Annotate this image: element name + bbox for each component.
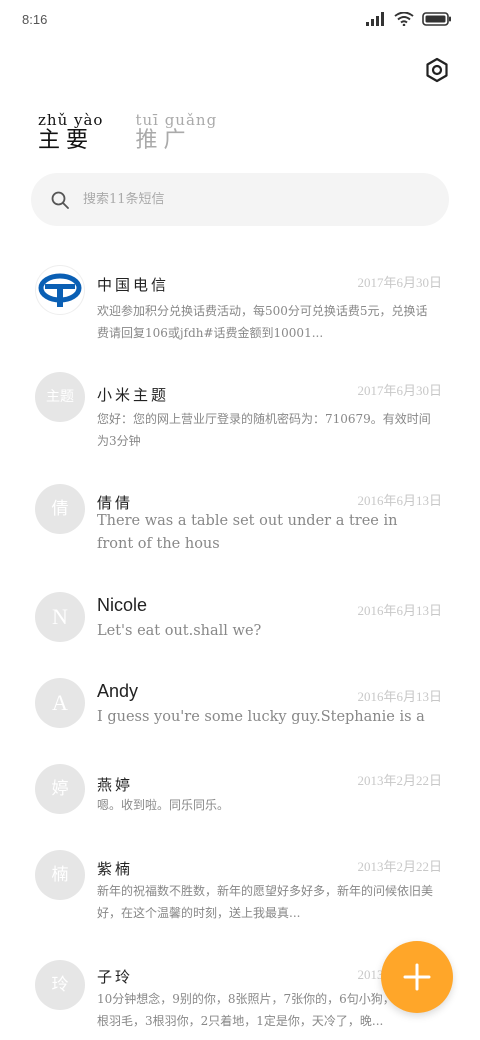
tab-promotions-label: 推广 bbox=[135, 128, 192, 153]
conversation-preview: There was a table set out under a tree i… bbox=[97, 513, 398, 552]
conversation-date: 2016年6月13日 bbox=[357, 603, 442, 618]
conversation-preview: Let's eat out.shall we? bbox=[97, 623, 262, 639]
conversation-name: 子玲 bbox=[97, 968, 134, 986]
new-message-button[interactable] bbox=[381, 941, 453, 1013]
contact-avatar: 玲 bbox=[35, 960, 85, 1010]
conversation-date: 2013年2月22日 bbox=[357, 859, 442, 874]
tab-primary[interactable]: zhǔ yào 主要 bbox=[38, 112, 103, 154]
signal-icon bbox=[366, 12, 384, 26]
battery-icon bbox=[422, 12, 451, 26]
tab-primary-label: 主要 bbox=[38, 128, 95, 153]
tab-primary-pinyin: zhǔ yào bbox=[38, 111, 104, 129]
hexagon-gear-icon bbox=[426, 57, 448, 83]
conversation-preview: I guess you're some lucky guy.Stephanie … bbox=[97, 709, 425, 725]
contact-avatar: 楠 bbox=[35, 850, 85, 900]
avatar-initials: 楠 bbox=[51, 865, 69, 885]
contact-avatar: 倩 bbox=[35, 484, 85, 534]
conversation-name: Andy bbox=[97, 681, 139, 701]
avatar-initials: A bbox=[52, 690, 68, 715]
tab-promotions[interactable]: tuī guǎng 推广 bbox=[135, 112, 217, 154]
tab-bar: zhǔ yào 主要 tuī guǎng 推广 bbox=[38, 112, 217, 154]
contact-avatar: 主题 bbox=[35, 372, 85, 422]
search-icon bbox=[51, 191, 69, 209]
settings-button[interactable] bbox=[422, 55, 452, 85]
search-input[interactable] bbox=[83, 192, 383, 207]
conversation-date: 2016年6月13日 bbox=[357, 689, 442, 704]
wifi-icon bbox=[394, 12, 414, 26]
avatar-initials: N bbox=[52, 604, 68, 629]
contact-avatar: A bbox=[35, 678, 85, 728]
status-bar: 8:16 bbox=[0, 0, 480, 40]
conversation-date: 2017年6月30日 bbox=[357, 275, 442, 290]
conversation-date: 2017年6月30日 bbox=[357, 383, 442, 398]
avatar-initials: 主题 bbox=[46, 389, 74, 405]
contact-avatar: N bbox=[35, 592, 85, 642]
tab-promotions-pinyin: tuī guǎng bbox=[135, 111, 218, 129]
china-telecom-logo-icon bbox=[38, 273, 82, 307]
contact-avatar: 婷 bbox=[35, 764, 85, 814]
plus-icon bbox=[403, 963, 431, 991]
telecom-logo-avatar bbox=[35, 265, 85, 315]
conversation-preview: 新年的祝福数不胜数，新年的愿望好多好多，新年的问候依旧美好，在这个温馨的时刻，送… bbox=[97, 884, 434, 920]
conversation-name: 中国电信 bbox=[97, 276, 170, 294]
search-bar[interactable] bbox=[31, 173, 449, 226]
conversation-name: 紫楠 bbox=[97, 860, 134, 878]
avatar-initials: 倩 bbox=[51, 499, 69, 519]
conversation-preview: 您好：您的网上营业厅登录的随机密码为：710679。有效时间为3分钟 bbox=[97, 412, 431, 448]
avatar-initials: 玲 bbox=[51, 975, 69, 995]
status-icons bbox=[366, 12, 452, 26]
status-time: 8:16 bbox=[22, 12, 48, 27]
conversation-name: Nicole bbox=[97, 595, 148, 615]
conversation-name: 小米主题 bbox=[97, 386, 170, 404]
conversation-date: 2016年6月13日 bbox=[357, 493, 442, 508]
conversation-preview: 欢迎参加积分兑换话费活动，每500分可兑换话费5元，兑换话费请回复106或jfd… bbox=[97, 304, 428, 340]
conversation-name: 燕婷 bbox=[97, 776, 134, 794]
conversation-date: 2013年2月22日 bbox=[357, 773, 442, 788]
avatar-initials: 婷 bbox=[51, 779, 69, 799]
conversation-preview: 嗯。收到啦。同乐同乐。 bbox=[97, 798, 230, 812]
